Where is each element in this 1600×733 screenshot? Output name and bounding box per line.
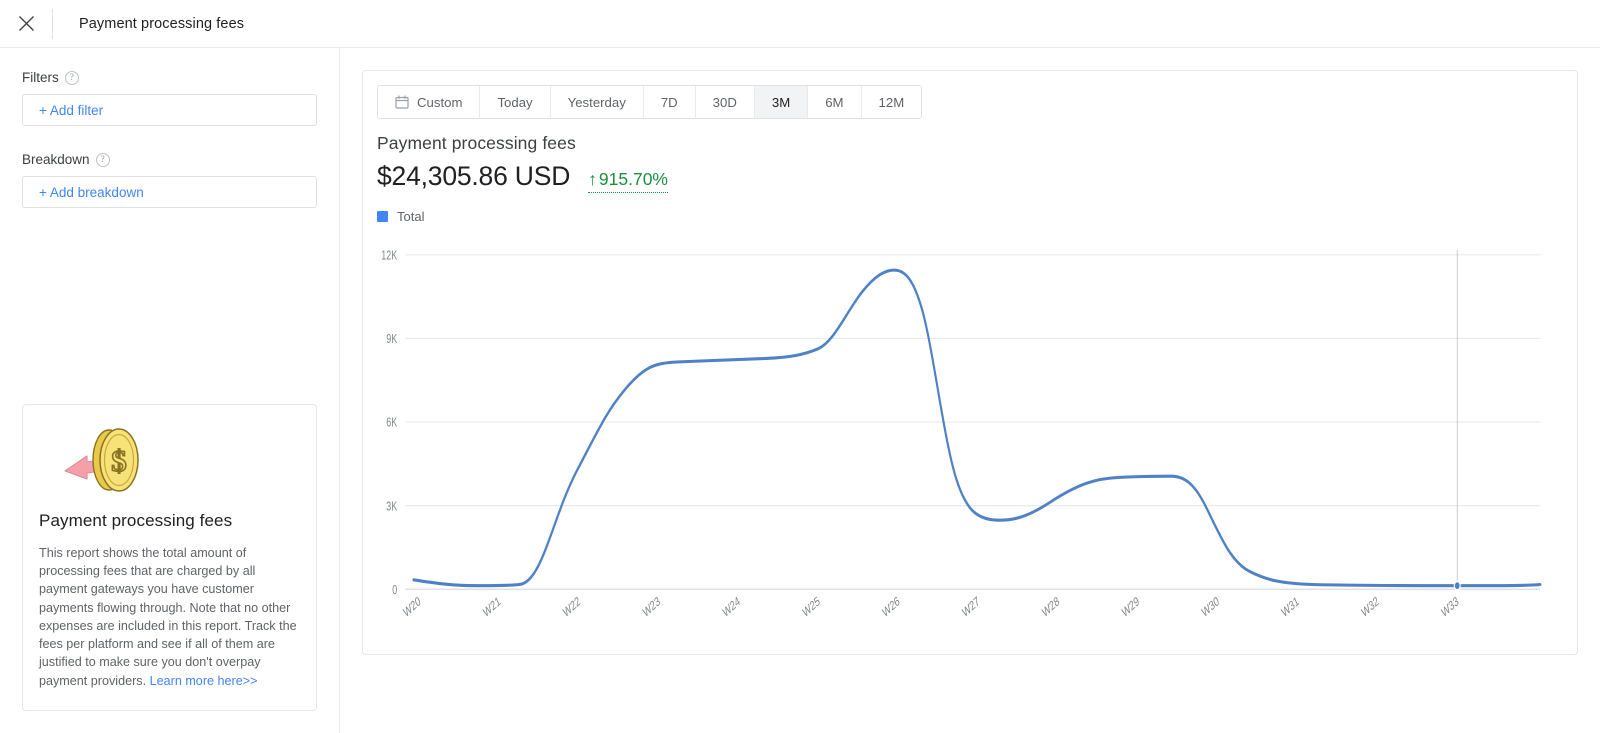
xtick-w22: W22 <box>562 595 583 621</box>
filters-sidebar: Filters ? + Add filter Breakdown ? + Add… <box>0 48 340 733</box>
svg-text:$: $ <box>111 443 127 478</box>
metric-row: $24,305.86 USD ↑ 915.70% <box>377 161 1563 193</box>
ytick-6k: 6K <box>386 416 397 430</box>
metric-value: $24,305.86 USD <box>377 161 571 191</box>
sidebar-filler <box>22 208 317 404</box>
ytick-12k: 12K <box>381 249 397 263</box>
chart-x-axis: W20 W21 W22 W23 W24 W25 W26 W27 W28 W29 … <box>402 595 1461 621</box>
add-filter-button[interactable]: + Add filter <box>22 94 317 126</box>
xtick-w28: W28 <box>1041 595 1062 621</box>
metric-headline: Payment processing fees $24,305.86 USD ↑… <box>363 131 1577 224</box>
xtick-w29: W29 <box>1120 595 1141 621</box>
range-tab-7d[interactable]: 7D <box>643 86 696 118</box>
report-page: Payment processing fees Filters ? + Add … <box>0 0 1600 733</box>
chart-svg: 12K 9K 6K 3K 0 W20 W21 W22 W23 W24 W25 W… <box>381 249 1542 621</box>
xtick-w30: W30 <box>1200 595 1221 621</box>
xtick-w24: W24 <box>721 595 742 621</box>
range-tab-yesterday[interactable]: Yesterday <box>550 86 644 118</box>
date-range-row: Custom Today Yesterday 7D 30D 3M 6M 12M <box>363 71 1577 131</box>
gold-coin-with-arrow-icon: $ <box>64 427 139 492</box>
range-tab-30d[interactable]: 30D <box>695 86 755 118</box>
xtick-w20: W20 <box>402 595 423 621</box>
breakdown-label: Breakdown <box>22 152 90 167</box>
chart-y-axis: 12K 9K 6K 3K 0 <box>381 249 397 597</box>
xtick-w26: W26 <box>881 595 902 621</box>
delta-badge[interactable]: ↑ 915.70% <box>588 169 668 193</box>
range-tab-custom[interactable]: Custom <box>378 86 481 118</box>
close-icon <box>18 16 34 31</box>
breakdown-label-row: Breakdown ? <box>22 152 317 167</box>
xtick-w25: W25 <box>801 595 822 621</box>
range-tab-6m[interactable]: 6M <box>808 86 862 118</box>
learn-more-link[interactable]: Learn more here>> <box>150 674 258 688</box>
range-tab-custom-label: Custom <box>417 94 463 110</box>
chart-series-total <box>412 268 1542 588</box>
range-tab-3m[interactable]: 3M <box>754 86 809 118</box>
chart-gridlines <box>405 254 1541 590</box>
ytick-0: 0 <box>392 583 397 597</box>
header-divider <box>52 8 53 39</box>
line-chart[interactable]: 12K 9K 6K 3K 0 W20 W21 W22 W23 W24 W25 W… <box>363 236 1577 654</box>
xtick-w31: W31 <box>1280 595 1301 621</box>
xtick-w27: W27 <box>961 595 982 621</box>
legend-label-total: Total <box>397 209 425 224</box>
help-circle-icon[interactable]: ? <box>64 70 79 85</box>
range-tab-today[interactable]: Today <box>480 86 551 118</box>
coin-illustration: $ <box>53 425 300 497</box>
info-card-title: Payment processing fees <box>39 510 233 530</box>
info-card-description-text: This report shows the total amount of pr… <box>39 545 297 688</box>
xtick-w23: W23 <box>641 595 662 621</box>
top-bar: Payment processing fees <box>0 0 1600 48</box>
report-info-card: $ Payment processing fees This report sh… <box>22 403 317 711</box>
filters-label-row: Filters ? <box>22 70 317 85</box>
date-range-tabs: Custom Today Yesterday 7D 30D 3M 6M 12M <box>377 85 923 119</box>
delta-value: 915.70% <box>598 169 668 189</box>
page-title: Payment processing fees <box>377 133 576 153</box>
chart-legend[interactable]: Total <box>377 209 1563 224</box>
report-card: Custom Today Yesterday 7D 30D 3M 6M 12M … <box>362 70 1578 655</box>
xtick-w21: W21 <box>482 595 503 621</box>
calendar-icon <box>395 95 409 109</box>
info-card-description: This report shows the total amount of pr… <box>39 544 300 690</box>
ytick-3k: 3K <box>386 500 397 514</box>
add-breakdown-button[interactable]: + Add breakdown <box>22 176 317 208</box>
ytick-9k: 9K <box>386 333 397 347</box>
chart-hover-point <box>1453 580 1461 591</box>
close-button[interactable] <box>0 0 52 48</box>
help-circle-icon[interactable]: ? <box>95 152 110 167</box>
window-title: Payment processing fees <box>79 15 245 32</box>
filters-label: Filters <box>22 70 59 85</box>
delta-arrow-icon: ↑ <box>588 169 597 189</box>
legend-swatch-total <box>377 211 388 222</box>
range-tab-12m[interactable]: 12M <box>861 86 922 118</box>
xtick-w33: W33 <box>1440 595 1461 621</box>
xtick-w32: W32 <box>1360 595 1381 621</box>
report-main: Custom Today Yesterday 7D 30D 3M 6M 12M … <box>340 48 1600 733</box>
body: Filters ? + Add filter Breakdown ? + Add… <box>0 48 1600 733</box>
